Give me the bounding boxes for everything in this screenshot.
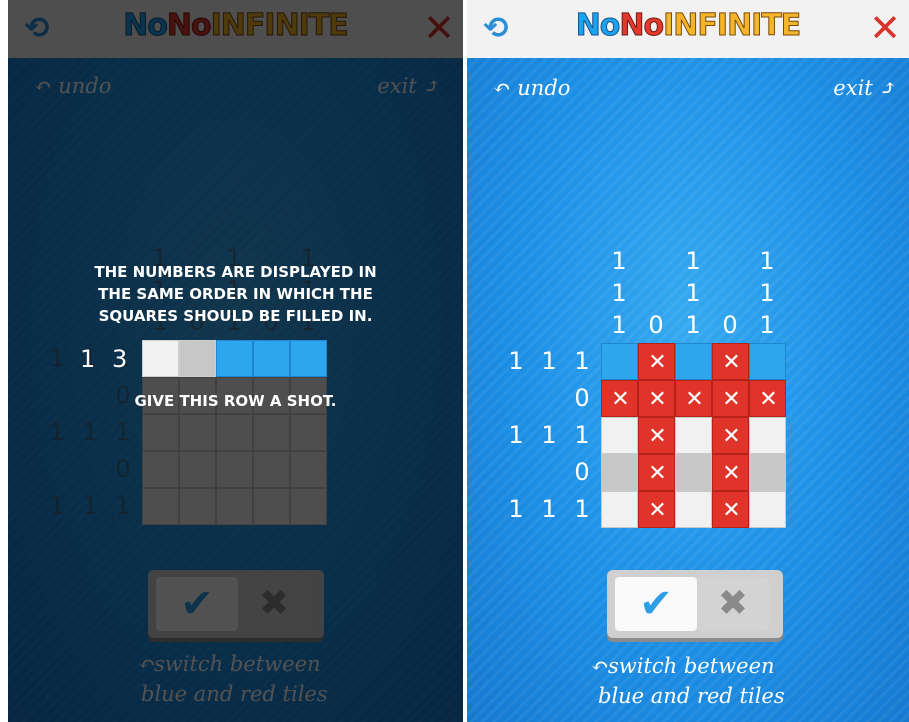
row-clue: 0 xyxy=(574,384,590,412)
grid-cell[interactable]: ✕ xyxy=(638,380,675,417)
column-clue: 1 xyxy=(611,247,627,275)
x-mark-icon: ✕ xyxy=(648,350,667,375)
demo-row-clue-1: 1 xyxy=(80,345,96,373)
grid-cell[interactable]: ✕ xyxy=(712,417,749,454)
switch-hint-icon: ↶ xyxy=(591,654,609,678)
row-clue: 1 xyxy=(574,495,590,523)
top-bar: ⟲ NoNoINFINITE ✕ xyxy=(467,0,909,58)
row-clue: 1 xyxy=(541,495,557,523)
demo-cell[interactable] xyxy=(290,340,327,377)
tutorial-prompt: Give this row a shot. xyxy=(134,392,337,410)
grid-cell[interactable] xyxy=(601,417,638,454)
demo-cell[interactable] xyxy=(179,340,216,377)
tutorial-screen: ⟲ NoNoINFINITE ✕ ↶ undo exit ⤴ 111011101… xyxy=(8,0,463,722)
row-clue: 1 xyxy=(541,421,557,449)
x-mark-icon: ✕ xyxy=(722,424,741,449)
grid-cell[interactable] xyxy=(675,491,712,528)
column-clue: 1 xyxy=(759,247,775,275)
game-logo: NoNoINFINITE xyxy=(575,8,802,44)
grid-cell[interactable]: ✕ xyxy=(638,491,675,528)
exit-button[interactable]: exit ⤴ xyxy=(833,76,897,100)
grid-cell[interactable] xyxy=(601,343,638,380)
x-mark-icon: ✕ xyxy=(648,461,667,486)
grid-cell[interactable]: ✕ xyxy=(638,454,675,491)
tutorial-line-3: squares should be filled in. xyxy=(98,307,373,325)
check-icon[interactable]: ✔ xyxy=(615,577,697,631)
column-clue: 1 xyxy=(611,279,627,307)
grid-cell[interactable] xyxy=(749,417,786,454)
grid-cell[interactable]: ✕ xyxy=(712,491,749,528)
grid-cell[interactable] xyxy=(601,454,638,491)
demo-cell[interactable] xyxy=(216,340,253,377)
x-icon[interactable]: ✖ xyxy=(697,577,769,631)
grid-cell[interactable]: ✕ xyxy=(638,417,675,454)
demo-cell[interactable] xyxy=(253,340,290,377)
row-clue: 1 xyxy=(508,347,524,375)
row-clue: 1 xyxy=(508,421,524,449)
grid-cell[interactable] xyxy=(675,343,712,380)
x-mark-icon: ✕ xyxy=(722,350,741,375)
grid-cell[interactable] xyxy=(675,417,712,454)
x-mark-icon: ✕ xyxy=(648,424,667,449)
grid-cell[interactable]: ✕ xyxy=(638,343,675,380)
column-clue: 1 xyxy=(685,247,701,275)
x-mark-icon: ✕ xyxy=(722,498,741,523)
row-clue: 1 xyxy=(574,347,590,375)
grid-cell[interactable] xyxy=(749,491,786,528)
column-clue: 0 xyxy=(722,311,738,339)
x-mark-icon: ✕ xyxy=(648,498,667,523)
tutorial-line-1: The numbers are displayed in xyxy=(94,263,377,281)
column-clue: 0 xyxy=(648,311,664,339)
grid-cell[interactable]: ✕ xyxy=(712,454,749,491)
column-clue: 1 xyxy=(611,311,627,339)
x-mark-icon: ✕ xyxy=(759,387,778,412)
tutorial-line-2: the same order in which the xyxy=(98,285,373,303)
grid-cell[interactable]: ✕ xyxy=(749,380,786,417)
puzzle-screen: ⟲ NoNoINFINITE ✕ ↶ undo exit ⤴ 111011101… xyxy=(467,0,909,722)
grid-cell[interactable]: ✕ xyxy=(601,380,638,417)
grid-cell[interactable] xyxy=(675,454,712,491)
x-mark-icon: ✕ xyxy=(722,387,741,412)
x-mark-icon: ✕ xyxy=(648,387,667,412)
grid-cell[interactable] xyxy=(749,454,786,491)
column-clue: 1 xyxy=(759,311,775,339)
x-mark-icon: ✕ xyxy=(611,387,630,412)
tile-mode-toggle[interactable]: ✔ ✖ xyxy=(607,570,783,638)
demo-row-clue-2: 3 xyxy=(112,345,128,373)
grid-cell[interactable]: ✕ xyxy=(712,380,749,417)
row-clue: 1 xyxy=(541,347,557,375)
switch-hint-line2: blue and red tiles xyxy=(598,684,785,708)
grid-cell[interactable] xyxy=(749,343,786,380)
column-clue: 1 xyxy=(685,279,701,307)
switch-hint-line1: switch between xyxy=(608,654,775,678)
demo-cell[interactable] xyxy=(142,340,179,377)
close-icon[interactable]: ✕ xyxy=(867,8,903,48)
grid-cell[interactable] xyxy=(601,491,638,528)
row-clue: 0 xyxy=(574,458,590,486)
grid-cell[interactable]: ✕ xyxy=(712,343,749,380)
undo-button[interactable]: ↶ undo xyxy=(493,76,570,100)
column-clue: 1 xyxy=(759,279,775,307)
row-clue: 1 xyxy=(508,495,524,523)
grid-cell[interactable]: ✕ xyxy=(675,380,712,417)
x-mark-icon: ✕ xyxy=(685,387,704,412)
column-clue: 1 xyxy=(685,311,701,339)
row-clue: 1 xyxy=(574,421,590,449)
x-mark-icon: ✕ xyxy=(722,461,741,486)
